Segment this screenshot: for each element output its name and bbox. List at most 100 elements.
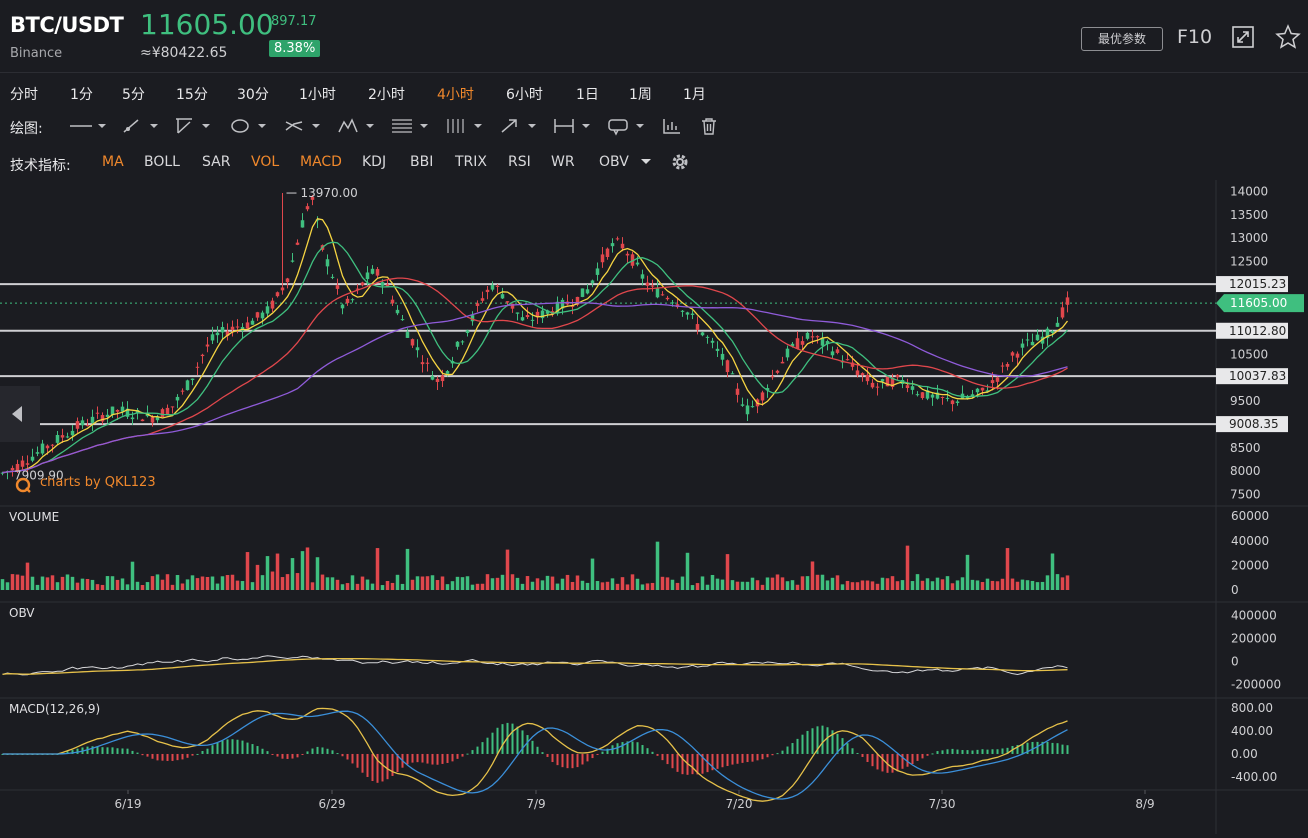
- candle-body: [530, 319, 535, 321]
- volume-bar: [1015, 581, 1020, 590]
- macd-histogram-bar: [516, 726, 519, 754]
- obv-dropdown-icon[interactable]: [640, 157, 652, 167]
- candle-body: [490, 284, 495, 290]
- macd-histogram-bar: [1001, 748, 1004, 754]
- period-tab-2[interactable]: 5分: [122, 84, 145, 104]
- candle-body: [830, 351, 835, 356]
- hline-tool-icon[interactable]: [68, 116, 112, 136]
- volume-bar: [890, 576, 895, 590]
- macd-histogram-bar: [416, 753, 419, 763]
- indicator-vol[interactable]: VOL: [251, 154, 279, 170]
- period-tab-10[interactable]: 1周: [629, 84, 652, 104]
- gann-tool-icon[interactable]: [444, 116, 488, 136]
- volume-bar: [270, 571, 275, 590]
- arrow-tool-icon[interactable]: [498, 116, 542, 136]
- volume-bar: [605, 581, 610, 590]
- macd-histogram-bar: [601, 751, 604, 754]
- volume-bar: [235, 580, 240, 590]
- macd-histogram-bar: [676, 753, 679, 772]
- ray-tool-icon[interactable]: [120, 116, 164, 136]
- macd-histogram-bar: [321, 747, 324, 754]
- macd-y-tick: 800.00: [1231, 701, 1273, 715]
- indicator-wr[interactable]: WR: [551, 154, 575, 170]
- macd-histogram-bar: [186, 753, 189, 758]
- drawing-label: 绘图:: [10, 121, 43, 137]
- pattern-tool-icon[interactable]: [336, 116, 380, 136]
- volume-bar: [835, 575, 840, 590]
- f10-button[interactable]: F10: [1177, 26, 1212, 48]
- period-tab-11[interactable]: 1月: [683, 84, 706, 104]
- candle-body: [695, 324, 700, 330]
- trendline-tool-icon[interactable]: [172, 116, 216, 136]
- period-tab-3[interactable]: 15分: [176, 84, 208, 104]
- period-tab-0[interactable]: 分时: [10, 84, 38, 104]
- cross-tool-icon[interactable]: [282, 116, 326, 136]
- period-tab-6[interactable]: 2小时: [368, 84, 405, 104]
- macd-histogram-bar: [121, 748, 124, 754]
- period-tab-4[interactable]: 30分: [237, 84, 269, 104]
- candle-body: [75, 421, 80, 429]
- period-tab-9[interactable]: 1日: [576, 84, 599, 104]
- volume-bar: [340, 584, 345, 590]
- indicator-boll[interactable]: BOLL: [144, 154, 180, 170]
- candle-body: [525, 315, 530, 318]
- macd-histogram-bar: [566, 753, 569, 769]
- period-tab-5[interactable]: 1小时: [299, 84, 336, 104]
- trash-icon[interactable]: [696, 116, 740, 136]
- macd-histogram-bar: [666, 753, 669, 765]
- kline-chart[interactable]: 14000 13500 13000 12500 12015.23 11605.00 1101…: [0, 180, 1308, 834]
- candle-body: [910, 386, 915, 390]
- macd-histogram-bar: [796, 738, 799, 754]
- period-tab-7[interactable]: 4小时: [437, 84, 474, 104]
- indicator-ma[interactable]: MA: [102, 154, 124, 170]
- volume-bar: [410, 579, 415, 590]
- fibonacci-tool-icon[interactable]: [390, 116, 434, 136]
- macd-histogram-bar: [291, 753, 294, 759]
- range-tool-icon[interactable]: [552, 116, 596, 136]
- fullscreen-icon[interactable]: [1232, 26, 1254, 48]
- period-tab-1[interactable]: 1分: [70, 84, 93, 104]
- indicator-kdj[interactable]: KDJ: [362, 154, 386, 170]
- macd-histogram-bar: [551, 753, 554, 763]
- collapse-left-button[interactable]: [0, 386, 40, 442]
- candle-body: [715, 348, 720, 351]
- indicator-bbi[interactable]: BBI: [410, 154, 433, 170]
- price-cny: ≈¥80422.65: [140, 45, 228, 61]
- indicator-obv[interactable]: OBV: [599, 154, 629, 170]
- candle-body: [350, 299, 355, 301]
- volume-bar: [255, 564, 260, 590]
- indicator-macd[interactable]: MACD: [300, 154, 342, 170]
- candle-body: [50, 444, 55, 446]
- indicator-sar[interactable]: SAR: [202, 154, 230, 170]
- macd-histogram-bar: [961, 750, 964, 754]
- candle-body: [610, 243, 615, 247]
- candle-body: [275, 292, 280, 297]
- candle-body: [940, 396, 945, 398]
- best-params-button[interactable]: 最优参数: [1081, 27, 1163, 51]
- candle-body: [1055, 322, 1060, 327]
- macd-histogram-bar: [571, 753, 574, 769]
- settings-gear-icon[interactable]: [670, 152, 690, 172]
- chart-canvas[interactable]: 14000 13500 13000 12500 12015.23 11605.00 1101…: [0, 180, 1308, 834]
- volume-bar: [990, 580, 995, 590]
- indicator-rsi[interactable]: RSI: [508, 154, 531, 170]
- volume-title: VOLUME: [9, 510, 59, 524]
- volume-bar: [90, 579, 95, 590]
- volume-bar: [205, 576, 210, 590]
- watermark-text: charts by QKL123: [40, 475, 156, 490]
- circle-tool-icon[interactable]: [228, 116, 272, 136]
- macd-histogram-bar: [426, 753, 429, 764]
- candle-body: [175, 396, 180, 401]
- indicator-trix[interactable]: TRIX: [455, 154, 487, 170]
- volume-bar: [660, 576, 665, 590]
- candle-body: [635, 262, 640, 265]
- candle-body: [480, 298, 485, 301]
- volume-bar: [535, 578, 540, 590]
- candle-body: [30, 456, 35, 461]
- annotation-tool-icon[interactable]: [606, 116, 650, 136]
- candle-body: [980, 387, 985, 391]
- favorite-star-icon[interactable]: [1275, 24, 1301, 50]
- period-tab-8[interactable]: 6小时: [506, 84, 543, 104]
- macd-histogram-bar: [486, 737, 489, 754]
- macd-histogram-bar: [381, 753, 384, 782]
